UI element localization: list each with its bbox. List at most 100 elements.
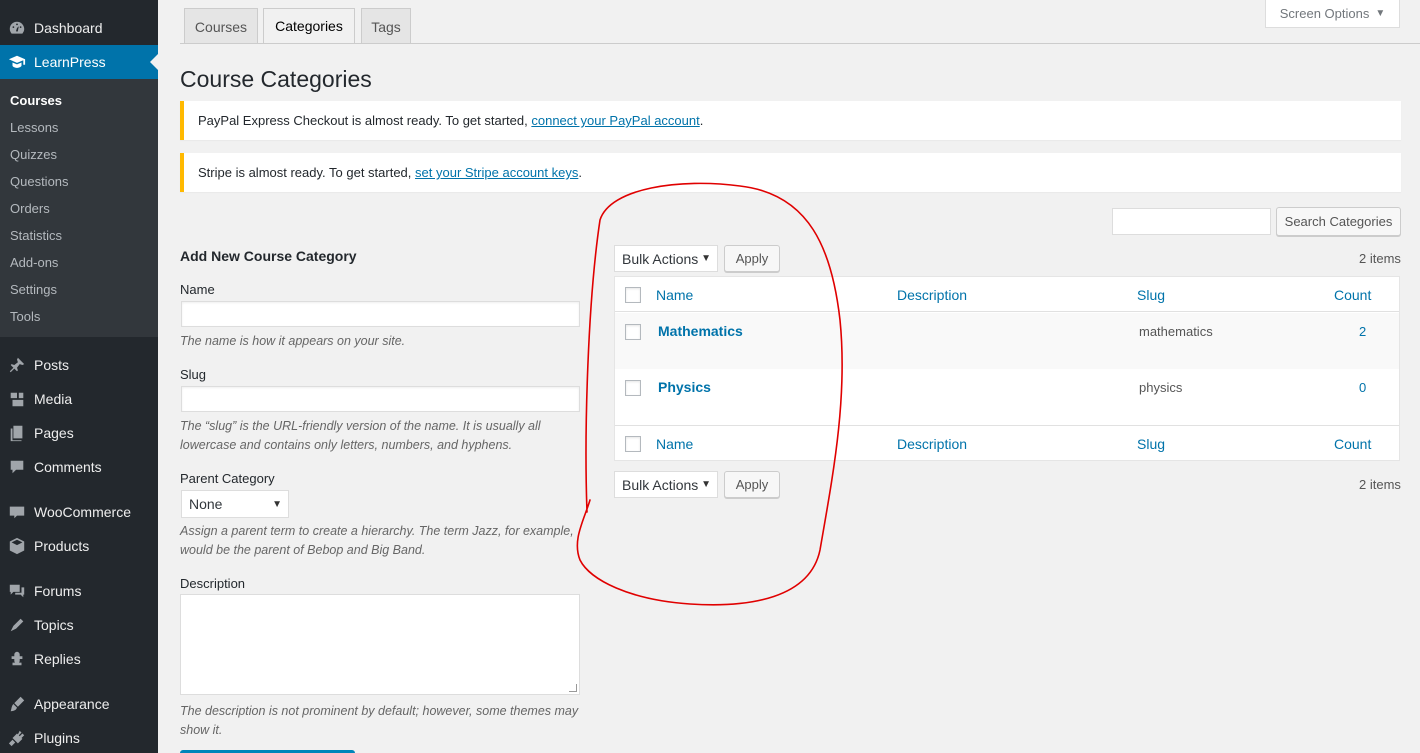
column-name-footer[interactable]: Name — [656, 436, 693, 452]
name-help: The name is how it appears on your site. — [180, 334, 406, 348]
menu-appearance[interactable]: Appearance — [0, 687, 158, 721]
slug-help: The “slug” is the URL-friendly version o… — [180, 419, 541, 452]
menu-dashboard[interactable]: Dashboard — [0, 11, 158, 45]
table-row: Physics physics 0 — [615, 369, 1399, 425]
apply-button-top[interactable]: Apply — [724, 245, 780, 272]
paypal-notice: PayPal Express Checkout is almost ready.… — [180, 101, 1401, 140]
column-count[interactable]: Count — [1334, 287, 1371, 303]
menu-label: Dashboard — [34, 20, 103, 36]
term-count-link[interactable]: 2 — [1359, 324, 1366, 339]
select-all-checkbox[interactable] — [625, 287, 641, 303]
pin-icon — [7, 355, 27, 375]
menu-label: LearnPress — [34, 54, 106, 70]
column-count-footer[interactable]: Count — [1334, 436, 1371, 452]
categories-table: Name Description Slug Count Mathematics … — [614, 276, 1400, 461]
menu-label: Media — [34, 391, 73, 407]
tab-courses[interactable]: Courses — [184, 8, 258, 44]
parent-label: Parent Category — [180, 471, 275, 486]
term-name-link[interactable]: Mathematics — [658, 323, 743, 339]
menu-woocommerce[interactable]: WooCommerce — [0, 495, 158, 529]
menu-topics[interactable]: Topics — [0, 608, 158, 642]
learnpress-submenu: Courses Lessons Quizzes Questions Orders… — [0, 79, 158, 337]
menu-label: Pages — [34, 425, 74, 441]
connect-paypal-link[interactable]: connect your PayPal account — [531, 113, 699, 128]
submenu-tools[interactable]: Tools — [10, 309, 40, 324]
menu-label: Forums — [34, 583, 82, 599]
select-all-checkbox-bottom[interactable] — [625, 436, 641, 452]
menu-learnpress[interactable]: LearnPress — [0, 45, 158, 79]
column-name[interactable]: Name — [656, 287, 693, 303]
box-icon — [7, 536, 27, 556]
menu-comments[interactable]: Comments — [0, 450, 158, 484]
column-slug-footer[interactable]: Slug — [1137, 436, 1165, 452]
forums-icon — [7, 581, 27, 601]
term-count-link[interactable]: 0 — [1359, 380, 1366, 395]
menu-products[interactable]: Products — [0, 529, 158, 563]
term-name-link[interactable]: Physics — [658, 379, 711, 395]
brush-icon — [7, 694, 27, 714]
stripe-keys-link[interactable]: set your Stripe account keys — [415, 165, 578, 180]
resize-grip-icon[interactable] — [569, 684, 577, 692]
menu-label: Topics — [34, 617, 74, 633]
notice-text: PayPal Express Checkout is almost ready.… — [198, 113, 528, 128]
menu-plugins[interactable]: Plugins — [0, 721, 158, 753]
menu-label: Appearance — [34, 696, 110, 712]
submenu-statistics[interactable]: Statistics — [10, 228, 62, 243]
description-textarea[interactable] — [180, 594, 580, 695]
slug-input[interactable] — [181, 386, 580, 412]
media-icon — [7, 389, 27, 409]
submenu-orders[interactable]: Orders — [10, 201, 50, 216]
apply-button-bottom[interactable]: Apply — [724, 471, 780, 498]
row-checkbox[interactable] — [625, 380, 641, 396]
table-header: Name Description Slug Count — [615, 277, 1399, 312]
slug-label: Slug — [180, 367, 207, 382]
row-checkbox[interactable] — [625, 324, 641, 340]
term-slug: mathematics — [1139, 324, 1213, 339]
parent-category-select[interactable]: None ▼ — [181, 490, 289, 518]
description-help: The description is not prominent by defa… — [180, 704, 579, 737]
column-description[interactable]: Description — [897, 287, 967, 303]
caret-down-icon: ▼ — [272, 498, 282, 510]
search-categories-button[interactable]: Search Categories — [1276, 207, 1401, 236]
menu-label: Comments — [34, 459, 102, 475]
pages-icon — [7, 423, 27, 443]
submenu-courses[interactable]: Courses — [10, 93, 62, 108]
graduation-cap-icon — [7, 52, 27, 72]
comment-icon — [7, 457, 27, 477]
submenu-questions[interactable]: Questions — [10, 174, 69, 189]
stripe-notice: Stripe is almost ready. To get started, … — [180, 153, 1401, 192]
table-row: Mathematics mathematics 2 — [615, 313, 1399, 369]
parent-help: Assign a parent term to create a hierarc… — [180, 524, 574, 557]
submenu-lessons[interactable]: Lessons — [10, 120, 58, 135]
table-footer: Name Description Slug Count — [615, 425, 1399, 460]
submenu-quizzes[interactable]: Quizzes — [10, 147, 57, 162]
menu-pages[interactable]: Pages — [0, 416, 158, 450]
screen-options-button[interactable]: Screen Options ▼ — [1265, 0, 1400, 28]
tab-tags[interactable]: Tags — [361, 8, 411, 44]
notice-end: . — [578, 165, 582, 180]
tab-categories[interactable]: Categories — [263, 8, 355, 44]
menu-forums[interactable]: Forums — [0, 574, 158, 608]
submenu-settings[interactable]: Settings — [10, 282, 57, 297]
column-description-footer[interactable]: Description — [897, 436, 967, 452]
column-slug[interactable]: Slug — [1137, 287, 1165, 303]
menu-label: Products — [34, 538, 90, 554]
bulk-actions-select-top[interactable]: Bulk Actions ▼ — [614, 245, 718, 272]
menu-label: Posts — [34, 357, 70, 373]
search-categories-input[interactable] — [1112, 208, 1271, 235]
menu-replies[interactable]: Replies — [0, 642, 158, 676]
caret-down-icon: ▼ — [701, 253, 711, 264]
term-slug: physics — [1139, 380, 1183, 395]
bulk-actions-value: Bulk Actions — [622, 476, 699, 493]
menu-label: Replies — [34, 651, 81, 667]
screen-options-label: Screen Options — [1279, 6, 1370, 21]
name-input[interactable] — [181, 301, 580, 327]
notice-end: . — [699, 113, 704, 128]
menu-posts[interactable]: Posts — [0, 348, 158, 382]
description-label: Description — [180, 576, 246, 591]
menu-media[interactable]: Media — [0, 382, 158, 416]
topics-icon — [7, 615, 27, 635]
bulk-actions-select-bottom[interactable]: Bulk Actions ▼ — [614, 471, 718, 498]
submenu-addons[interactable]: Add-ons — [10, 255, 58, 270]
caret-down-icon: ▼ — [701, 479, 711, 490]
